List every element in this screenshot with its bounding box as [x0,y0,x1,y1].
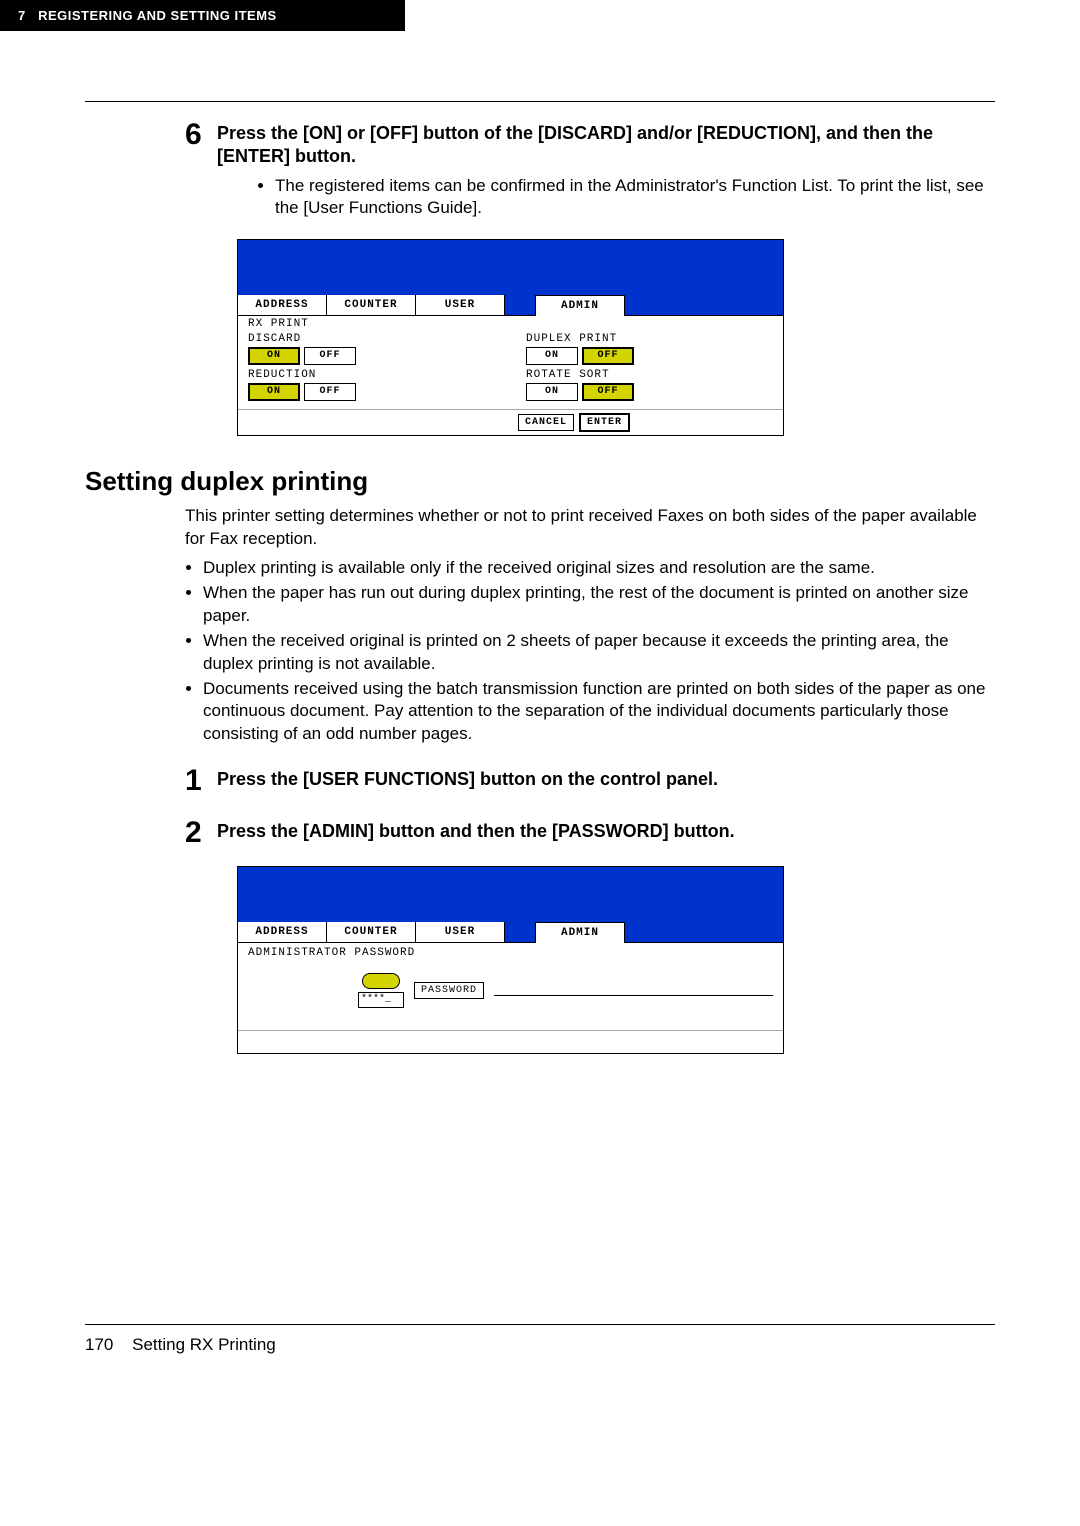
label-duplex-print: DUPLEX PRINT [526,333,634,345]
label-discard: DISCARD [248,333,356,345]
enter-button[interactable]: ENTER [580,414,629,431]
step-2: 2 Press the [ADMIN] button and then the … [185,818,995,848]
key-icon [362,973,400,989]
bullet-item: The registered items can be confirmed in… [275,175,995,219]
section-bullets: Duplex printing is available only if the… [203,557,995,747]
tab-user[interactable]: USER [416,295,505,315]
tab-user[interactable]: USER [416,922,505,942]
label-reduction: REDUCTION [248,369,356,381]
divider [85,1324,995,1325]
label-rotate-sort: ROTATE SORT [526,369,634,381]
chapter-title: REGISTERING AND SETTING ITEMS [38,8,277,23]
bullet-item: Duplex printing is available only if the… [203,557,995,580]
step-title: Press the [ON] or [OFF] button of the [D… [217,122,995,169]
screenshot-rx-print: ADDRESS COUNTER USER ADMIN RX PRINT DISC… [237,239,784,436]
bullet-item: When the received original is printed on… [203,630,995,676]
tab-row: ADDRESS COUNTER USER ADMIN [238,922,783,943]
bullet-item: When the paper has run out during duplex… [203,582,995,628]
step-6: 6 Press the [ON] or [OFF] button of the … [185,120,995,221]
bullet-item: Documents received using the batch trans… [203,678,995,747]
screenshot-footer [238,1030,783,1053]
tab-row: ADDRESS COUNTER USER ADMIN [238,295,783,316]
duplex-off-button[interactable]: OFF [582,347,634,365]
chapter-number: 7 [18,8,26,23]
rotate-off-button[interactable]: OFF [582,383,634,401]
step-number: 6 [185,120,217,221]
screenshot-admin-password: ADDRESS COUNTER USER ADMIN ADMINISTRATOR… [237,866,784,1054]
duplex-on-button[interactable]: ON [526,347,578,365]
screen-title: ADMINISTRATOR PASSWORD [248,947,773,959]
screen-title: RX PRINT [248,318,773,330]
discard-on-button[interactable]: ON [248,347,300,365]
screenshot-titlebar [238,867,783,922]
section-heading: Setting duplex printing [85,466,995,497]
step-title: Press the [ADMIN] button and then the [P… [217,820,995,843]
reduction-on-button[interactable]: ON [248,383,300,401]
page-footer: 170 Setting RX Printing [85,1335,995,1355]
password-mask-field[interactable]: ****_ [358,992,404,1008]
divider [85,101,995,102]
step-bullets: The registered items can be confirmed in… [235,175,995,219]
discard-off-button[interactable]: OFF [304,347,356,365]
footer-section: Setting RX Printing [132,1335,276,1354]
step-number: 1 [185,766,217,796]
reduction-off-button[interactable]: OFF [304,383,356,401]
section-intro: This printer setting determines whether … [185,505,995,551]
tab-admin[interactable]: ADMIN [535,922,625,943]
tab-admin[interactable]: ADMIN [535,295,625,316]
page-number: 170 [85,1335,113,1355]
tab-address[interactable]: ADDRESS [238,295,327,315]
tab-address[interactable]: ADDRESS [238,922,327,942]
tab-counter[interactable]: COUNTER [327,295,416,315]
chapter-header: 7 REGISTERING AND SETTING ITEMS [0,0,405,31]
password-line [494,995,773,996]
cancel-button[interactable]: CANCEL [518,414,574,431]
step-title: Press the [USER FUNCTIONS] button on the… [217,768,995,791]
screenshot-footer: CANCEL ENTER [238,409,783,435]
step-1: 1 Press the [USER FUNCTIONS] button on t… [185,766,995,796]
step-number: 2 [185,818,217,848]
rotate-on-button[interactable]: ON [526,383,578,401]
password-button[interactable]: PASSWORD [414,982,484,999]
tab-counter[interactable]: COUNTER [327,922,416,942]
screenshot-titlebar [238,240,783,295]
